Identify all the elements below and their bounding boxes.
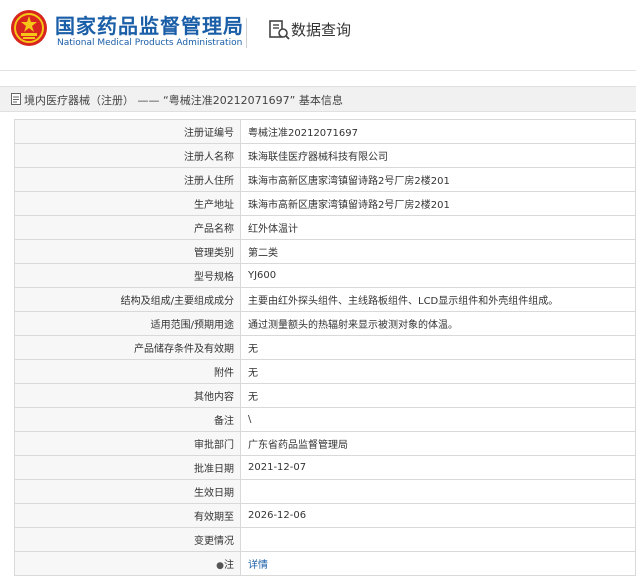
field-value — [240, 527, 636, 552]
field-label: 备注 — [14, 407, 241, 432]
table-row: 备注 \ — [14, 407, 636, 432]
field-label: 生效日期 — [14, 479, 241, 504]
site-header: 国家药品监督管理局 National Medical Products Admi… — [0, 0, 636, 70]
table-row: 其他内容无 — [14, 383, 636, 408]
document-icon — [11, 93, 21, 105]
field-value: 广东省药品监督管理局 — [240, 431, 636, 456]
breadcrumb: 境内医疗器械（注册） —— “粤械注准20212071697” 基本信息 — [0, 86, 636, 112]
field-value: 2021-12-07 — [240, 455, 636, 480]
table-row: 生产地址 珠海市高新区唐家湾镇留诗路2号厂房2楼201 — [14, 191, 636, 216]
document-search-icon — [269, 20, 290, 40]
field-label: 产品储存条件及有效期 — [14, 335, 241, 360]
field-label: 注册人住所 — [14, 167, 241, 192]
field-label: 注册证编号 — [14, 119, 241, 144]
field-value: 通过测量额头的热辐射来显示被测对象的体温。 — [240, 311, 636, 336]
note-pin-icon: ● — [216, 561, 224, 571]
table-row: 批准日期 2021-12-07 — [14, 455, 636, 480]
details-link[interactable]: 详情 — [248, 560, 268, 571]
table-row: 适用范围/预期用途 通过测量额头的热辐射来显示被测对象的体温。 — [14, 311, 636, 336]
data-query-title[interactable]: 数据查询 — [291, 19, 351, 40]
note-label-cell: ●注 — [14, 551, 241, 576]
table-row: 注册证编号 粤械注准20212071697 — [14, 119, 636, 144]
table-row: 结构及组成/主要组成成分 主要由红外探头组件、主线路板组件、LCD显示组件和外壳组… — [14, 287, 636, 312]
field-value: 粤械注准20212071697 — [240, 119, 636, 144]
field-label: 变更情况 — [14, 527, 241, 552]
table-row: 产品名称 红外体温计 — [14, 215, 636, 240]
field-value: 无 — [240, 383, 636, 408]
header-bottom-border — [0, 70, 636, 71]
field-label: 注册人名称 — [14, 143, 241, 168]
field-label: 适用范围/预期用途 — [14, 311, 241, 336]
national-emblem-icon — [11, 10, 47, 46]
field-value: 主要由红外探头组件、主线路板组件、LCD显示组件和外壳组件组成。 — [240, 287, 636, 312]
site-logo-title[interactable]: 国家药品监督管理局 — [55, 10, 244, 39]
site-logo-subtitle: National Medical Products Administration — [57, 38, 243, 48]
field-value: 珠海市高新区唐家湾镇留诗路2号厂房2楼201 — [240, 191, 636, 216]
table-row: 附件无 — [14, 359, 636, 384]
table-row: 生效日期 — [14, 479, 636, 504]
field-value: YJ600 — [240, 263, 636, 288]
field-label: 有效期至 — [14, 503, 241, 528]
header-divider — [246, 18, 247, 48]
note-label: 注 — [224, 560, 234, 571]
field-value: 珠海市高新区唐家湾镇留诗路2号厂房2楼201 — [240, 167, 636, 192]
field-value: 第二类 — [240, 239, 636, 264]
table-row: 注册人住所 珠海市高新区唐家湾镇留诗路2号厂房2楼201 — [14, 167, 636, 192]
registration-detail-table: 注册证编号 粤械注准20212071697 注册人名称 珠海联佳医疗器械科技有限公司注… — [14, 119, 636, 576]
note-value-cell: 详情 — [240, 551, 636, 576]
field-label: 其他内容 — [14, 383, 241, 408]
note-row: ●注 详情 — [14, 551, 636, 576]
field-value: 2026-12-06 — [240, 503, 636, 528]
table-row: 有效期至 2026-12-06 — [14, 503, 636, 528]
field-value: 无 — [240, 335, 636, 360]
table-row: 管理类别 第二类 — [14, 239, 636, 264]
field-label: 产品名称 — [14, 215, 241, 240]
field-label: 附件 — [14, 359, 241, 384]
field-value: \ — [240, 407, 636, 432]
field-label: 管理类别 — [14, 239, 241, 264]
field-label: 生产地址 — [14, 191, 241, 216]
field-value: 无 — [240, 359, 636, 384]
table-row: 型号规格 YJ600 — [14, 263, 636, 288]
field-value: 红外体温计 — [240, 215, 636, 240]
table-row: 产品储存条件及有效期无 — [14, 335, 636, 360]
table-row: 注册人名称 珠海联佳医疗器械科技有限公司 — [14, 143, 636, 168]
breadcrumb-text: 境内医疗器械（注册） —— “粤械注准20212071697” 基本信息 — [24, 94, 343, 107]
field-label: 批准日期 — [14, 455, 241, 480]
field-label: 型号规格 — [14, 263, 241, 288]
table-row: 审批部门 广东省药品监督管理局 — [14, 431, 636, 456]
field-label: 审批部门 — [14, 431, 241, 456]
field-value — [240, 479, 636, 504]
field-label: 结构及组成/主要组成成分 — [14, 287, 241, 312]
table-row: 变更情况 — [14, 527, 636, 552]
field-value: 珠海联佳医疗器械科技有限公司 — [240, 143, 636, 168]
